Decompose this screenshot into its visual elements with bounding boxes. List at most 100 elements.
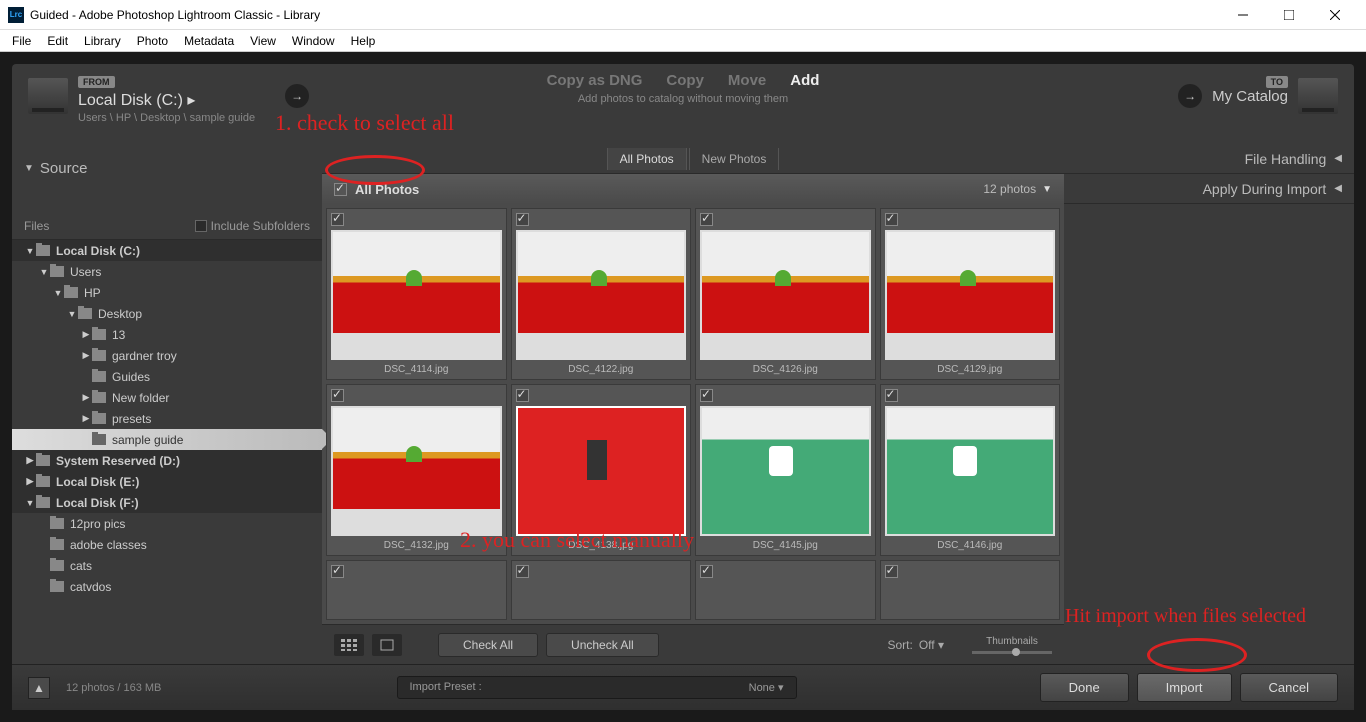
expand-button[interactable]: ▲ — [28, 677, 50, 699]
photo-filename: DSC_4114.jpg — [331, 360, 502, 375]
action-copyasdng[interactable]: Copy as DNG — [547, 72, 643, 89]
folder-13[interactable]: ▶13 — [12, 324, 322, 345]
files-label: Files — [24, 219, 49, 233]
disk-local-disk-f-[interactable]: ▼Local Disk (F:) — [12, 492, 322, 513]
menu-library[interactable]: Library — [76, 32, 129, 50]
menu-help[interactable]: Help — [343, 32, 384, 50]
to-badge: TO — [1266, 76, 1288, 88]
photo-checkbox[interactable] — [700, 389, 713, 402]
uncheck-all-button[interactable]: Uncheck All — [546, 633, 659, 657]
import-actions: Copy as DNG Copy Move Add — [433, 72, 933, 89]
photo-checkbox[interactable] — [516, 389, 529, 402]
check-all-button[interactable]: Check All — [438, 633, 538, 657]
maximize-button[interactable] — [1266, 0, 1312, 30]
menu-edit[interactable]: Edit — [39, 32, 76, 50]
folder-guides[interactable]: Guides — [12, 366, 322, 387]
source-panel-header[interactable]: ▼Source — [12, 154, 322, 183]
photo-cell[interactable]: DSC_4146.jpg — [880, 384, 1061, 556]
folder-new-folder[interactable]: ▶New folder — [12, 387, 322, 408]
photo-checkbox[interactable] — [331, 389, 344, 402]
photo-cell[interactable]: DSC_4129.jpg — [880, 208, 1061, 380]
tab-new-photos[interactable]: New Photos — [689, 148, 780, 170]
photo-checkbox[interactable] — [516, 213, 529, 226]
grid-header: All Photos 12 photos ▼ — [322, 174, 1064, 204]
menu-bar: FileEditLibraryPhotoMetadataViewWindowHe… — [0, 30, 1366, 52]
source-disk-select[interactable]: Local Disk (C:) ▸ — [78, 90, 255, 110]
photo-checkbox[interactable] — [516, 565, 529, 578]
photo-cell[interactable]: DSC_4145.jpg — [695, 384, 876, 556]
sort-value[interactable]: Off ▾ — [919, 638, 944, 652]
photo-cell[interactable]: DSC_4122.jpg — [511, 208, 692, 380]
folder-desktop[interactable]: ▼Desktop — [12, 303, 322, 324]
action-copy[interactable]: Copy — [666, 72, 704, 89]
photo-cell[interactable] — [695, 560, 876, 620]
nav-arrow-left[interactable]: → — [285, 84, 309, 108]
file-handling-panel[interactable]: File Handling◀ — [1064, 144, 1354, 174]
folder-cats[interactable]: cats — [12, 555, 322, 576]
folder-hp[interactable]: ▼HP — [12, 282, 322, 303]
select-all-checkbox[interactable] — [334, 183, 347, 196]
minimize-button[interactable] — [1220, 0, 1266, 30]
photo-filename: DSC_4122.jpg — [516, 360, 687, 375]
action-move[interactable]: Move — [728, 72, 766, 89]
import-preset-select[interactable]: Import Preset : None ▾ — [397, 676, 797, 699]
close-button[interactable] — [1312, 0, 1358, 30]
folder-sample-guide[interactable]: sample guide — [12, 429, 322, 450]
apply-during-import-panel[interactable]: Apply During Import◀ — [1064, 174, 1354, 204]
photo-checkbox[interactable] — [700, 213, 713, 226]
photo-cell[interactable]: DSC_4132.jpg — [326, 384, 507, 556]
done-button[interactable]: Done — [1040, 673, 1129, 702]
photo-cell[interactable]: DSC_4138.jpg — [511, 384, 692, 556]
menu-window[interactable]: Window — [284, 32, 343, 50]
menu-metadata[interactable]: Metadata — [176, 32, 242, 50]
photo-filename: DSC_4132.jpg — [331, 536, 502, 551]
tab-all-photos[interactable]: All Photos — [607, 148, 687, 170]
grid-menu-icon[interactable]: ▼ — [1042, 184, 1052, 195]
nav-arrow-right[interactable]: → — [1178, 84, 1202, 108]
photo-checkbox[interactable] — [885, 213, 898, 226]
app-icon: Lrc — [8, 7, 24, 23]
menu-file[interactable]: File — [4, 32, 39, 50]
photo-filename: DSC_4138.jpg — [516, 536, 687, 551]
photo-filename: DSC_4145.jpg — [700, 536, 871, 551]
photo-cell[interactable] — [511, 560, 692, 620]
source-path: Users \ HP \ Desktop \ sample guide — [78, 112, 255, 124]
folder-catvdos[interactable]: catvdos — [12, 576, 322, 597]
loupe-view-button[interactable] — [372, 634, 402, 656]
action-add[interactable]: Add — [790, 72, 819, 89]
photo-cell[interactable]: DSC_4114.jpg — [326, 208, 507, 380]
folder-users[interactable]: ▼Users — [12, 261, 322, 282]
grid-view-button[interactable] — [334, 634, 364, 656]
photo-checkbox[interactable] — [885, 389, 898, 402]
photo-tabs: All PhotosNew Photos — [322, 144, 1064, 174]
sort-label: Sort: — [888, 638, 913, 652]
grid-title: All Photos — [355, 182, 419, 197]
folder-12pro-pics[interactable]: 12pro pics — [12, 513, 322, 534]
include-subfolders-checkbox[interactable]: Include Subfolders — [195, 219, 310, 233]
menu-photo[interactable]: Photo — [129, 32, 176, 50]
photo-checkbox[interactable] — [700, 565, 713, 578]
photo-checkbox[interactable] — [331, 565, 344, 578]
action-description: Add photos to catalog without moving the… — [433, 93, 933, 105]
destination-disk-icon — [1298, 78, 1338, 114]
disk-local-disk-c-[interactable]: ▼Local Disk (C:) — [12, 240, 322, 261]
photo-filename: DSC_4126.jpg — [700, 360, 871, 375]
photo-cell[interactable] — [880, 560, 1061, 620]
photo-filename: DSC_4129.jpg — [885, 360, 1056, 375]
cancel-button[interactable]: Cancel — [1240, 673, 1338, 702]
photo-grid: DSC_4114.jpg DSC_4122.jpg DSC_4126.jpg DSC_… — [322, 204, 1064, 624]
photo-count: 12 photos — [983, 182, 1036, 196]
photo-cell[interactable] — [326, 560, 507, 620]
disk-system-reserved-d-[interactable]: ▶System Reserved (D:) — [12, 450, 322, 471]
menu-view[interactable]: View — [242, 32, 284, 50]
photo-cell[interactable]: DSC_4126.jpg — [695, 208, 876, 380]
thumbnail-size-slider[interactable] — [972, 651, 1052, 654]
photo-checkbox[interactable] — [331, 213, 344, 226]
folder-presets[interactable]: ▶presets — [12, 408, 322, 429]
folder-adobe-classes[interactable]: adobe classes — [12, 534, 322, 555]
import-button[interactable]: Import — [1137, 673, 1232, 702]
disk-local-disk-e-[interactable]: ▶Local Disk (E:) — [12, 471, 322, 492]
folder-tree: ▼Local Disk (C:)▼Users▼HP▼Desktop▶13▶gar… — [12, 240, 322, 597]
photo-checkbox[interactable] — [885, 565, 898, 578]
folder-gardner-troy[interactable]: ▶gardner troy — [12, 345, 322, 366]
